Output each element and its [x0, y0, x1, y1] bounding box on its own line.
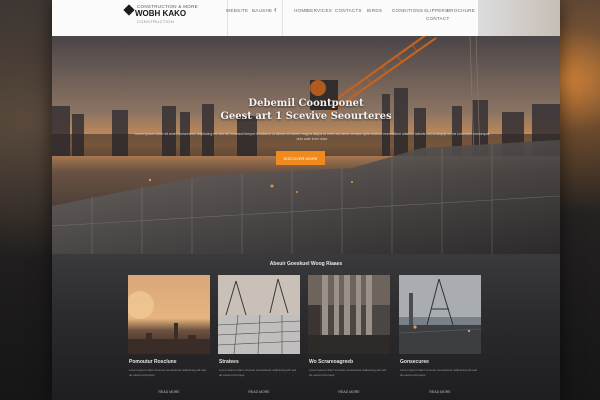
card-title: Wo Scrareoagreeb — [309, 359, 354, 365]
card-text: Lorem ipsum dolor sit amet consectetur a… — [400, 368, 478, 377]
hero-banner: Debemil Coontponet Geest art 1 Scevive S… — [52, 36, 560, 254]
card-image-site-cranes — [218, 275, 300, 354]
read-more-link[interactable]: READ MORE — [218, 390, 300, 394]
nav-item-birds[interactable]: BIRDS — [367, 8, 382, 16]
service-card[interactable]: Stratees Lorem ipsum dolor sit amet cons… — [218, 275, 300, 400]
logo-name: WOBH KAKO — [135, 9, 187, 18]
hero-title-line-1: Debemil Coontponet — [248, 98, 364, 109]
read-more-link[interactable]: READ MORE — [399, 390, 481, 394]
header-divider — [282, 0, 283, 36]
card-text: Lorem ipsum dolor sit amet consectetur a… — [219, 368, 297, 377]
service-card[interactable]: Wo Scrareoagreeb Lorem ipsum dolor sit a… — [308, 275, 390, 400]
card-text: Lorem ipsum dolor sit amet consectetur a… — [309, 368, 387, 377]
card-title: Gonsecuree — [400, 359, 429, 365]
card-title: Stratees — [219, 359, 239, 365]
nav-item-slippers[interactable]: SLIPPERS — [424, 8, 448, 16]
website-mockup: CONSTRUCTION & MORE WOBH KAKO CONSTRUCTI… — [52, 0, 560, 400]
read-more-link[interactable]: READ MORE — [128, 390, 210, 394]
card-image-crane-frame — [399, 275, 481, 354]
diamond-logo-icon — [123, 4, 135, 16]
nav-item-contact[interactable]: CONTACT — [426, 16, 450, 24]
header-divider — [227, 0, 228, 36]
nav-item-website[interactable]: WEBSITE — [226, 8, 248, 16]
chevron-left-icon[interactable]: ‹ — [274, 5, 277, 14]
site-header: CONSTRUCTION & MORE WOBH KAKO CONSTRUCTI… — [52, 0, 478, 36]
services-section: Abeuir Goeskuel Woog Riaaes Pomoutur Ros… — [52, 254, 560, 400]
hero-cityscape-illustration — [52, 36, 560, 254]
service-card[interactable]: Pomoutur Rosclune Lorem ipsum dolor sit … — [128, 275, 210, 400]
nav-item-baushe[interactable]: BAUSHE — [252, 8, 272, 16]
header-extension — [478, 0, 560, 36]
nav-item-brochure[interactable]: BROCHURE — [447, 8, 475, 16]
nav-item-services[interactable]: SERVICES — [307, 8, 332, 16]
card-image-sunset-city — [128, 275, 210, 354]
section-title: Abeuir Goeskuel Woog Riaaes — [269, 261, 343, 267]
hero-description: Lorem ipsum dolor sit amet consectetur a… — [134, 132, 490, 141]
card-image-steel-columns — [308, 275, 390, 354]
card-text: Lorem ipsum dolor sit amet consectetur a… — [129, 368, 207, 377]
nav-item-contacts[interactable]: CONTACTS — [335, 8, 362, 16]
discover-more-button[interactable]: DISCOVER MORE — [276, 151, 325, 165]
site-logo[interactable]: CONSTRUCTION & MORE WOBH KAKO CONSTRUCTI… — [123, 4, 235, 26]
read-more-link[interactable]: READ MORE — [308, 390, 390, 394]
logo-subtitle: CONSTRUCTION — [137, 19, 175, 24]
card-title: Pomoutur Rosclune — [129, 359, 177, 365]
hero-title-line-2: Geest art 1 Scevive Seourteres — [220, 111, 392, 122]
service-card[interactable]: Gonsecuree Lorem ipsum dolor sit amet co… — [399, 275, 481, 400]
nav-item-conditions[interactable]: CONDITIONS — [392, 8, 423, 16]
